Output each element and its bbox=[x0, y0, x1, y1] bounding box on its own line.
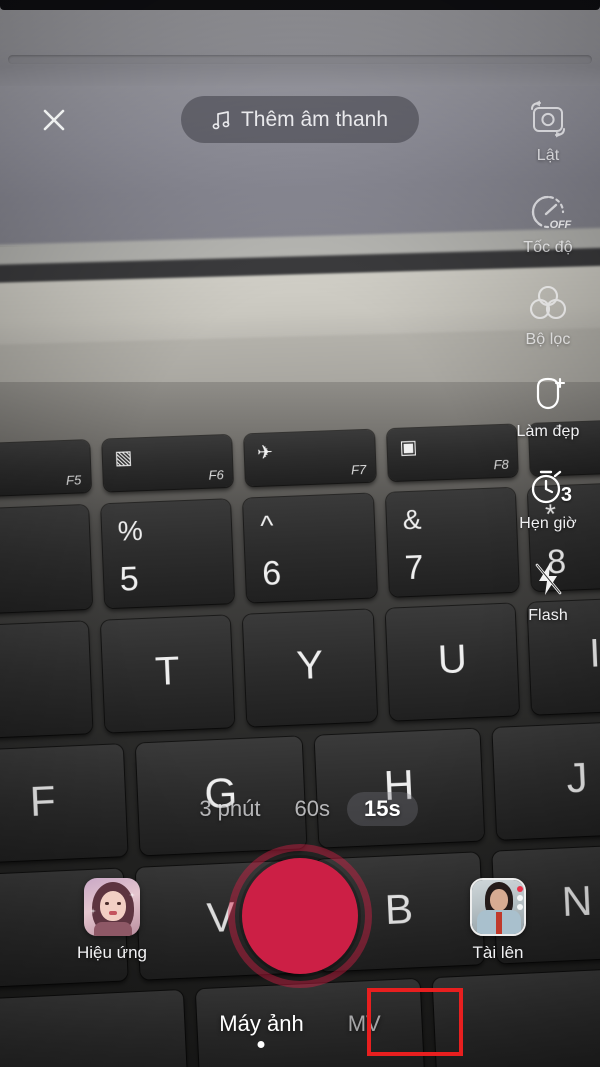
gallery-thumbnail bbox=[470, 878, 526, 936]
timer-icon: 3 bbox=[525, 464, 572, 510]
close-icon bbox=[43, 109, 65, 131]
record-button[interactable] bbox=[228, 844, 372, 988]
thumb-eye-right bbox=[117, 902, 121, 905]
duration-selector: 3 phút 60s 15s bbox=[0, 791, 600, 827]
rail-label-speed: Tốc độ bbox=[523, 239, 573, 256]
rail-item-speed[interactable]: OFF Tốc độ bbox=[496, 188, 600, 257]
add-sound-button[interactable]: Thêm âm thanh bbox=[181, 96, 419, 143]
camera-flip-icon bbox=[525, 96, 571, 142]
tiktok-camera-screen: ↻ F5 ▧ F6 ✈ F7 ▣ F8 % 5 bbox=[0, 0, 600, 1067]
gallery-thumbnail-art bbox=[472, 880, 524, 934]
mode-tab-mv[interactable]: MV bbox=[348, 1011, 381, 1037]
upload-label: Tài lên bbox=[472, 943, 524, 962]
rail-label-flip: Lật bbox=[536, 147, 560, 164]
duration-option-60s[interactable]: 60s bbox=[277, 792, 346, 826]
record-ring bbox=[228, 844, 372, 988]
speed-off-badge: OFF bbox=[549, 219, 572, 231]
rail-label-filter: Bộ lọc bbox=[525, 331, 571, 348]
gallery-face bbox=[490, 889, 508, 911]
thumb-body bbox=[94, 922, 132, 936]
rail-item-timer[interactable]: 3 Hẹn giờ bbox=[496, 464, 600, 533]
speedometer-icon: OFF bbox=[525, 188, 571, 234]
rail-label-timer: Hẹn giờ bbox=[519, 515, 577, 532]
flash-off-icon bbox=[525, 556, 571, 602]
thumb-face bbox=[100, 891, 126, 921]
rail-item-flip[interactable]: Lật bbox=[496, 96, 600, 165]
effects-button[interactable]: Hiệu ứng bbox=[57, 878, 167, 963]
mode-tab-camera[interactable]: Máy ảnh bbox=[219, 1011, 304, 1048]
gallery-dot-1 bbox=[516, 895, 523, 901]
filter-circles-icon bbox=[525, 280, 571, 326]
gallery-dot-red bbox=[516, 886, 523, 892]
rail-item-filter[interactable]: Bộ lọc bbox=[496, 280, 600, 349]
mode-active-indicator bbox=[257, 1041, 265, 1048]
mode-selector: Máy ảnh MV bbox=[0, 1003, 600, 1048]
effects-thumbnail bbox=[84, 878, 140, 936]
camera-tools-rail: Lật OFF Tốc độ Bộ lọc Làm đẹp 3 Hẹn giờ … bbox=[496, 96, 600, 648]
effects-label: Hiệu ứng bbox=[77, 943, 147, 962]
beautify-icon bbox=[525, 372, 571, 418]
duration-option-3min[interactable]: 3 phút bbox=[182, 792, 277, 826]
thumb-eye-left bbox=[105, 902, 109, 905]
gallery-scarf bbox=[496, 912, 502, 934]
camera-ui-overlay: Thêm âm thanh Lật OFF Tốc độ Bộ lọc Làm … bbox=[0, 0, 600, 1067]
close-button[interactable] bbox=[34, 100, 74, 140]
gallery-dot-2 bbox=[516, 904, 523, 910]
rail-item-flash[interactable]: Flash bbox=[496, 556, 600, 625]
thumb-lips bbox=[109, 911, 117, 915]
upload-button[interactable]: Tài lên bbox=[443, 878, 553, 963]
effects-thumbnail-art bbox=[84, 878, 140, 936]
music-note-icon bbox=[212, 109, 232, 131]
duration-option-15s[interactable]: 15s bbox=[346, 792, 418, 826]
gallery-overlay-dots bbox=[516, 886, 523, 926]
mode-tab-camera-label: Máy ảnh bbox=[219, 1011, 304, 1036]
rail-item-beauty[interactable]: Làm đẹp bbox=[496, 372, 600, 441]
rail-label-beauty: Làm đẹp bbox=[516, 423, 580, 440]
mode-tab-mv-label: MV bbox=[347, 1011, 381, 1036]
timer-badge: 3 bbox=[560, 484, 572, 506]
rail-label-flash: Flash bbox=[528, 607, 568, 624]
add-sound-label: Thêm âm thanh bbox=[240, 107, 389, 131]
